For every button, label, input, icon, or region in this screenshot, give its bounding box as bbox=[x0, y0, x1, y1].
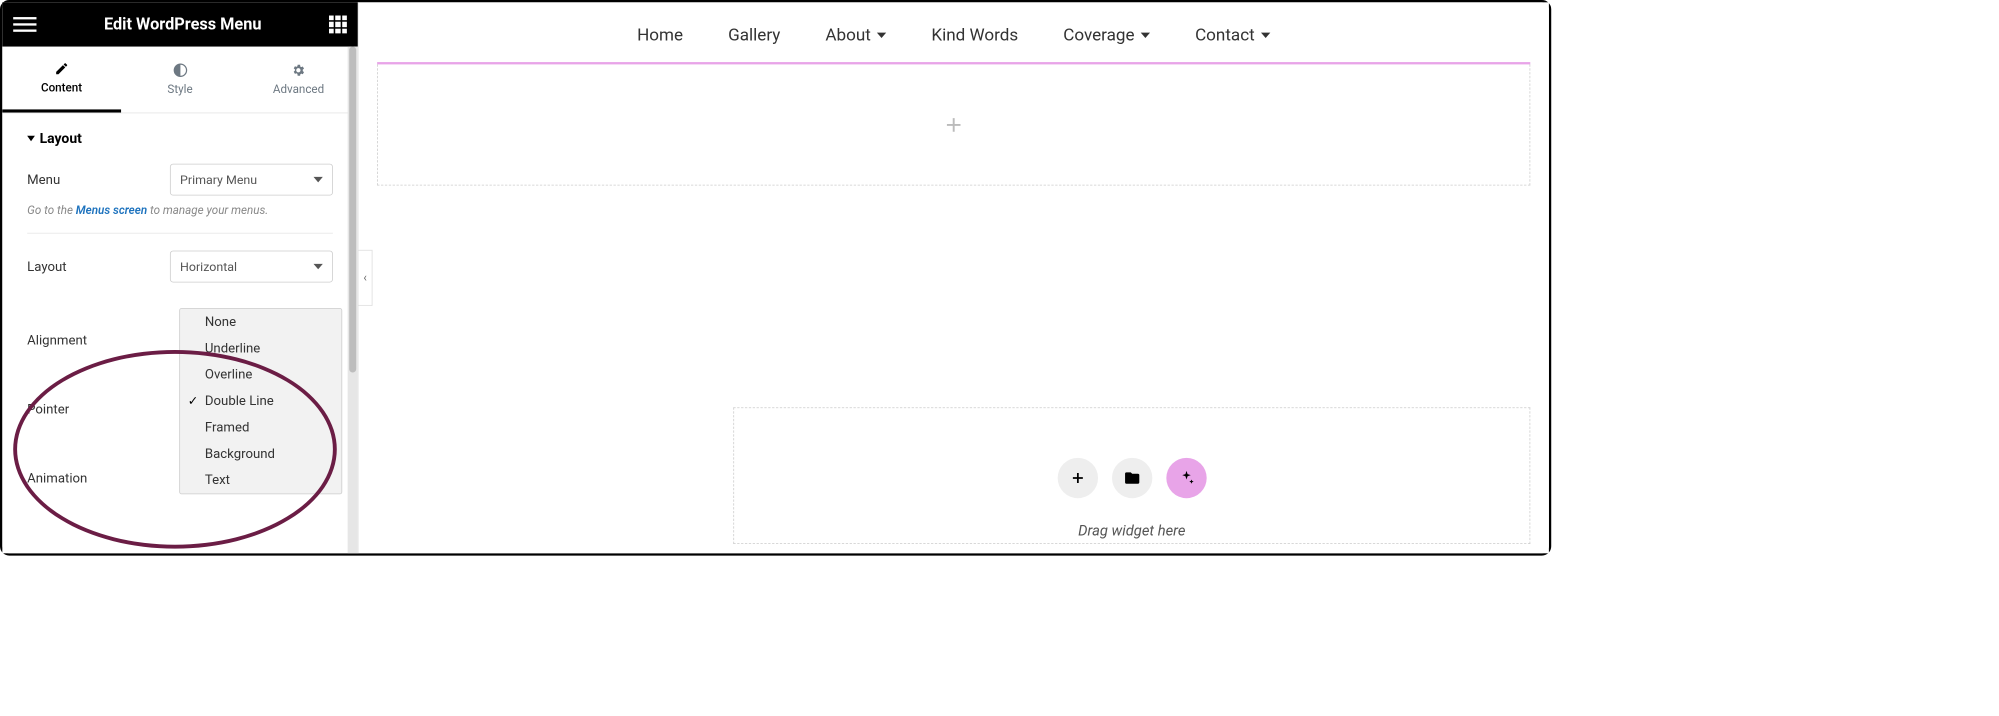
panel-body: Layout Menu Primary Menu Go to the Menus… bbox=[2, 113, 357, 494]
plus-icon[interactable] bbox=[942, 113, 965, 136]
menus-screen-link[interactable]: Menus screen bbox=[76, 203, 147, 217]
pointer-option[interactable]: Underline bbox=[180, 335, 341, 361]
tab-content[interactable]: Content bbox=[2, 47, 120, 113]
apps-grid-icon[interactable] bbox=[329, 16, 347, 34]
menu-select[interactable]: Primary Menu bbox=[170, 164, 333, 196]
tab-style-label: Style bbox=[167, 82, 192, 96]
nav-menu: Home Gallery About Kind Words Coverage Contac… bbox=[377, 2, 1530, 62]
caret-down-icon bbox=[27, 136, 35, 141]
tabs: Content Style Advanced bbox=[2, 47, 357, 114]
section-layout-header[interactable]: Layout bbox=[27, 130, 333, 146]
drop-zone-label: Drag widget here bbox=[1078, 521, 1185, 539]
pointer-option[interactable]: Background bbox=[180, 441, 341, 467]
chevron-down-icon bbox=[1141, 33, 1150, 38]
template-library-button[interactable] bbox=[1112, 458, 1152, 498]
layout-label: Layout bbox=[27, 259, 66, 275]
sidebar-scrollbar[interactable] bbox=[348, 47, 358, 554]
nav-item[interactable]: Kind Words bbox=[931, 26, 1018, 45]
tab-content-label: Content bbox=[41, 81, 82, 95]
collapse-sidebar-handle[interactable]: ‹ bbox=[359, 250, 373, 306]
layout-select[interactable]: Horizontal bbox=[170, 251, 333, 283]
chevron-down-icon bbox=[877, 33, 886, 38]
pointer-option[interactable]: Text bbox=[180, 467, 341, 493]
animation-label: Animation bbox=[27, 471, 87, 487]
pointer-option[interactable]: Double Line bbox=[180, 388, 341, 414]
hint-suffix: to manage your menus. bbox=[147, 203, 268, 217]
hint-prefix: Go to the bbox=[27, 203, 76, 217]
menu-label: Menu bbox=[27, 172, 60, 188]
nav-item[interactable]: Coverage bbox=[1063, 26, 1150, 45]
pointer-option[interactable]: Framed bbox=[180, 414, 341, 440]
menu-select-value: Primary Menu bbox=[180, 172, 257, 187]
plus-icon bbox=[1069, 469, 1086, 486]
nav-item[interactable]: About bbox=[825, 26, 886, 45]
layout-select-value: Horizontal bbox=[180, 259, 237, 274]
nav-item-label: Home bbox=[637, 26, 683, 45]
nav-item-label: About bbox=[825, 26, 870, 45]
pointer-option[interactable]: None bbox=[180, 309, 341, 335]
editor-sidebar: Edit WordPress Menu Content Style Advanc… bbox=[2, 2, 358, 553]
sidebar-header: Edit WordPress Menu bbox=[2, 2, 357, 46]
pencil-icon bbox=[54, 61, 69, 76]
nav-item[interactable]: Gallery bbox=[728, 26, 780, 45]
menu-icon[interactable] bbox=[13, 17, 36, 32]
chevron-down-icon bbox=[1261, 33, 1270, 38]
menu-hint: Go to the Menus screen to manage your me… bbox=[27, 203, 333, 233]
gear-icon bbox=[291, 63, 306, 78]
tab-advanced[interactable]: Advanced bbox=[239, 47, 357, 113]
half-circle-icon bbox=[173, 63, 188, 78]
nav-item[interactable]: Home bbox=[637, 26, 683, 45]
nav-item-label: Contact bbox=[1195, 26, 1255, 45]
preview-canvas: ‹ Home Gallery About Kind Words Coverage Cont… bbox=[359, 2, 1549, 553]
sparkle-icon bbox=[1178, 469, 1195, 486]
sidebar-title: Edit WordPress Menu bbox=[104, 15, 262, 34]
alignment-label: Alignment bbox=[27, 333, 87, 349]
pointer-option[interactable]: Overline bbox=[180, 362, 341, 388]
folder-icon bbox=[1123, 469, 1140, 486]
nav-item-label: Coverage bbox=[1063, 26, 1134, 45]
caret-down-icon bbox=[314, 177, 323, 182]
section-layout-title: Layout bbox=[40, 130, 82, 146]
scrollbar-thumb[interactable] bbox=[349, 47, 356, 373]
control-menu: Menu Primary Menu bbox=[27, 164, 333, 196]
pointer-label: Pointer bbox=[27, 402, 69, 418]
tab-style[interactable]: Style bbox=[121, 47, 239, 113]
control-layout: Layout Horizontal bbox=[27, 251, 333, 283]
tab-advanced-label: Advanced bbox=[273, 82, 324, 96]
drop-zone[interactable]: Drag widget here bbox=[733, 407, 1530, 544]
caret-down-icon bbox=[314, 264, 323, 269]
nav-item-label: Gallery bbox=[728, 26, 780, 45]
nav-item[interactable]: Contact bbox=[1195, 26, 1270, 45]
drop-actions bbox=[1057, 458, 1206, 498]
nav-item-label: Kind Words bbox=[931, 26, 1018, 45]
add-section-area[interactable] bbox=[377, 64, 1530, 185]
add-widget-button[interactable] bbox=[1057, 458, 1097, 498]
pointer-dropdown: NoneUnderlineOverlineDouble LineFramedBa… bbox=[179, 308, 342, 494]
menu-widget-section[interactable]: Home Gallery About Kind Words Coverage Contac… bbox=[377, 2, 1530, 185]
ai-magic-button[interactable] bbox=[1166, 458, 1206, 498]
